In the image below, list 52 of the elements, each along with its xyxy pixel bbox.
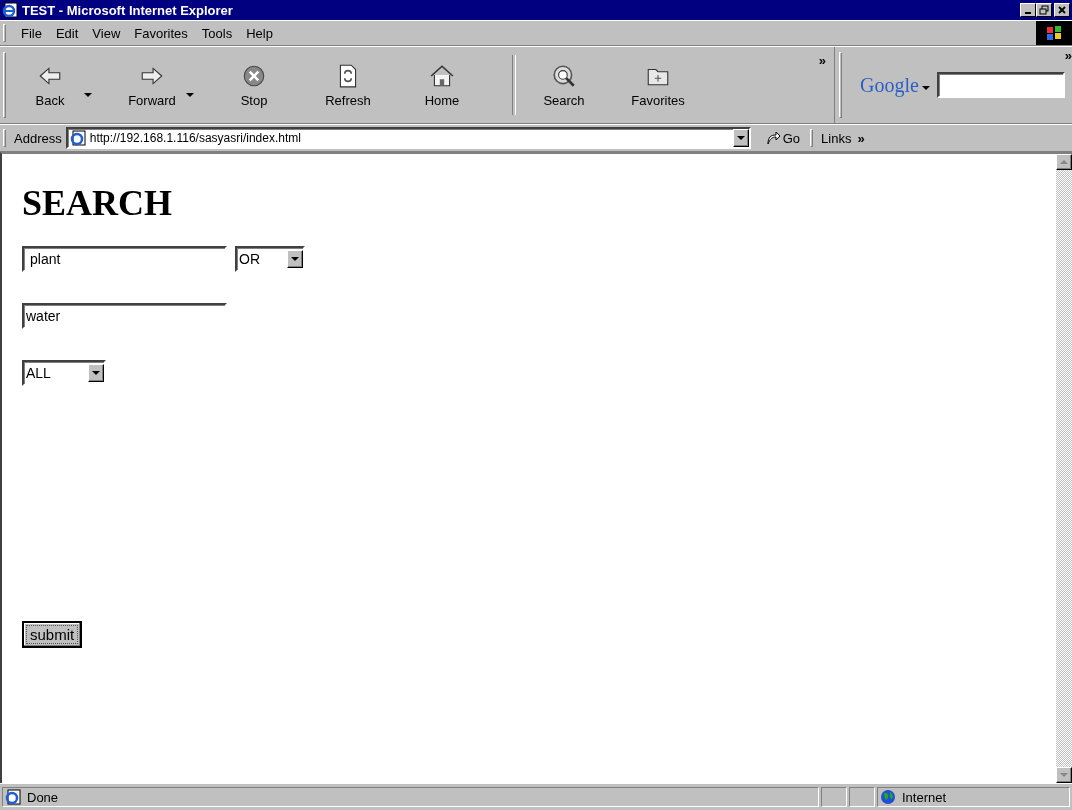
restore-button[interactable] bbox=[1036, 3, 1052, 17]
search-term-field[interactable]: water bbox=[22, 303, 227, 329]
close-icon bbox=[1057, 5, 1067, 15]
window-title: TEST - Microsoft Internet Explorer bbox=[22, 2, 234, 18]
minimize-button[interactable] bbox=[1020, 3, 1036, 17]
dropdown-arrow-icon bbox=[92, 371, 100, 375]
go-arrow-icon bbox=[764, 130, 781, 146]
page-icon bbox=[5, 789, 21, 805]
toolbar-button[interactable]: Forward bbox=[116, 60, 188, 110]
toolbar-button[interactable]: Stop bbox=[218, 60, 290, 110]
menu-item[interactable]: File bbox=[14, 25, 49, 41]
menu-item[interactable]: Help bbox=[239, 25, 280, 41]
menu-item[interactable]: Favorites bbox=[127, 25, 195, 41]
globe-icon bbox=[880, 789, 896, 805]
toolbar-button[interactable]: Search bbox=[528, 60, 600, 110]
dropdown-caret-icon[interactable] bbox=[921, 86, 930, 90]
toolbar-button[interactable]: Back bbox=[14, 60, 86, 110]
windows-logo bbox=[1036, 21, 1072, 45]
dropdown-caret-icon[interactable] bbox=[186, 93, 194, 97]
toolbar-chevron[interactable]: » bbox=[818, 53, 826, 68]
toolbar-button[interactable]: Favorites bbox=[622, 60, 694, 110]
status-text: Done bbox=[27, 789, 59, 805]
browser-icon bbox=[2, 2, 18, 18]
minimize-icon bbox=[1025, 12, 1031, 14]
status-panel bbox=[821, 787, 847, 807]
address-label: Address bbox=[14, 130, 62, 146]
links-button[interactable]: Links bbox=[821, 130, 852, 146]
toolbar-chevron[interactable]: » bbox=[1064, 48, 1072, 63]
close-button[interactable] bbox=[1054, 3, 1070, 17]
menu-item[interactable]: Tools bbox=[194, 25, 240, 41]
toolbar-button[interactable]: Refresh bbox=[312, 60, 384, 110]
security-zone-label: Internet bbox=[902, 789, 947, 805]
search-term-field[interactable]: plant bbox=[22, 246, 227, 272]
menu-item[interactable]: View bbox=[85, 25, 128, 41]
go-button[interactable]: Go bbox=[764, 130, 801, 146]
scroll-down-icon bbox=[1060, 773, 1068, 777]
restore-icon bbox=[1039, 5, 1049, 15]
page-icon bbox=[69, 130, 86, 146]
status-panel bbox=[849, 787, 875, 807]
submit-button[interactable]: submit bbox=[22, 621, 83, 648]
google-search-field[interactable] bbox=[936, 72, 1065, 98]
address-field[interactable]: http://192.168.1.116/sasyasri/index.html bbox=[65, 127, 751, 149]
toolbar-button[interactable]: Home bbox=[406, 60, 478, 110]
dropdown-arrow-icon bbox=[291, 257, 299, 261]
operator-select[interactable]: OR bbox=[235, 246, 305, 272]
links-chevron[interactable]: » bbox=[857, 130, 865, 146]
page-heading: SEARCH bbox=[22, 182, 173, 224]
menu-item[interactable]: Edit bbox=[48, 25, 86, 41]
dropdown-caret-icon[interactable] bbox=[84, 93, 92, 97]
scope-select[interactable]: ALL bbox=[22, 360, 106, 386]
vertical-scrollbar[interactable] bbox=[1056, 154, 1072, 783]
scroll-up-icon bbox=[1060, 160, 1068, 164]
